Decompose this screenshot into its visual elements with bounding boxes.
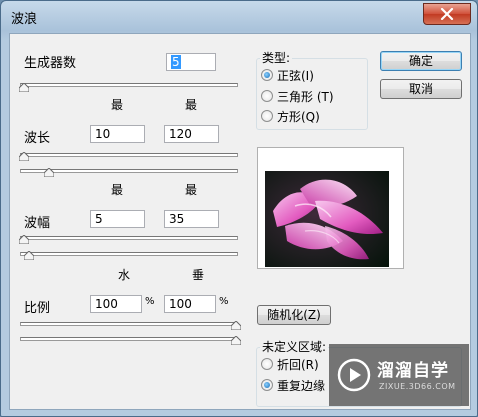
preview-image[interactable]	[265, 171, 389, 267]
wavelength-min-slider-track[interactable]	[20, 153, 238, 157]
scale-vertical-slider-track[interactable]	[20, 337, 238, 341]
amplitude-min-slider-thumb[interactable]	[19, 235, 29, 244]
scale-vertical-unit: %	[219, 296, 229, 307]
watermark-site: ZIXUE.3D66.COM	[379, 382, 456, 391]
scale-horizontal-label: 水平	[118, 268, 130, 282]
play-logo-icon	[337, 358, 371, 392]
scale-horizontal-unit: %	[145, 296, 155, 307]
wrap-around-radio[interactable]: 折回(R)	[261, 356, 319, 372]
amplitude-max-input[interactable]: 35	[164, 210, 219, 228]
radio-selected-icon	[261, 69, 273, 81]
radio-selected-icon	[261, 379, 273, 391]
generators-label: 生成器数	[24, 56, 77, 71]
generators-slider-track[interactable]	[20, 83, 238, 87]
repeat-edge-label: 重复边缘	[277, 378, 326, 393]
generators-slider-thumb[interactable]	[19, 83, 29, 92]
amplitude-label: 波幅	[24, 216, 51, 231]
wavelength-min-input[interactable]: 10	[90, 125, 145, 143]
scale-horizontal-slider-thumb[interactable]	[231, 321, 241, 330]
amplitude-max-slider-thumb[interactable]	[24, 251, 34, 260]
watermark-brand: 溜溜自学	[377, 361, 449, 381]
close-button[interactable]	[423, 3, 471, 25]
generators-value: 5	[171, 55, 181, 69]
amplitude-min-input[interactable]: 5	[90, 210, 145, 228]
wavelength-max-slider-thumb[interactable]	[44, 168, 54, 177]
ok-button[interactable]: 确定	[380, 51, 462, 71]
scale-horizontal-slider-track[interactable]	[20, 322, 238, 326]
title-bar[interactable]: 波浪	[1, 1, 477, 33]
scale-vertical-header: 垂直	[192, 266, 204, 288]
scale-label: 比例	[24, 301, 51, 316]
randomize-button[interactable]: 随机化(Z)	[257, 305, 331, 325]
amplitude-min-header: 最小	[111, 181, 123, 203]
amplitude-min-label: 最小	[111, 183, 123, 197]
scale-vertical-label: 垂直	[192, 268, 204, 282]
radio-unselected-icon	[261, 110, 273, 122]
type-triangle-radio[interactable]: 三角形 (T)	[261, 88, 334, 104]
generators-input[interactable]: 5	[166, 53, 216, 71]
wavelength-min-label: 最小	[111, 98, 123, 112]
wavelength-min-header: 最小	[111, 96, 123, 118]
scale-vertical-slider-thumb[interactable]	[231, 336, 241, 345]
wave-dialog: 波浪 生成器数 5 最小 最大 波长 10 120 最小 最大 波幅 5 35	[0, 0, 478, 417]
type-triangle-label: 三角形 (T)	[277, 89, 334, 104]
type-sine-label: 正弦(I)	[277, 68, 314, 83]
radio-unselected-icon	[261, 358, 273, 370]
radio-unselected-icon	[261, 90, 273, 102]
wavelength-max-input[interactable]: 120	[164, 125, 219, 143]
type-sine-radio[interactable]: 正弦(I)	[261, 67, 314, 83]
amplitude-max-label: 最大	[185, 183, 197, 197]
amplitude-max-header: 最大	[185, 181, 197, 203]
type-group-label: 类型:	[260, 49, 293, 66]
watermark-overlay: 溜溜自学 ZIXUE.3D66.COM	[329, 344, 469, 406]
wrap-around-label: 折回(R)	[277, 357, 319, 372]
preview-panel	[257, 147, 404, 269]
wavelength-label: 波长	[24, 131, 51, 146]
scale-horizontal-input[interactable]: 100	[90, 295, 142, 313]
type-square-label: 方形(Q)	[277, 109, 320, 124]
undefined-area-label: 未定义区域:	[260, 338, 329, 355]
wavelength-max-header: 最大	[185, 96, 197, 118]
type-square-radio[interactable]: 方形(Q)	[261, 108, 320, 124]
scale-horizontal-header: 水平	[118, 266, 130, 288]
amplitude-min-slider-track[interactable]	[20, 236, 238, 240]
window-title: 波浪	[11, 12, 38, 27]
repeat-edge-radio[interactable]: 重复边缘	[261, 377, 325, 393]
cancel-button[interactable]: 取消	[380, 79, 462, 99]
wavelength-max-label: 最大	[185, 98, 197, 112]
close-icon	[440, 8, 454, 20]
wavelength-min-slider-thumb[interactable]	[19, 152, 29, 161]
scale-vertical-input[interactable]: 100	[164, 295, 216, 313]
amplitude-max-slider-track[interactable]	[20, 252, 238, 256]
